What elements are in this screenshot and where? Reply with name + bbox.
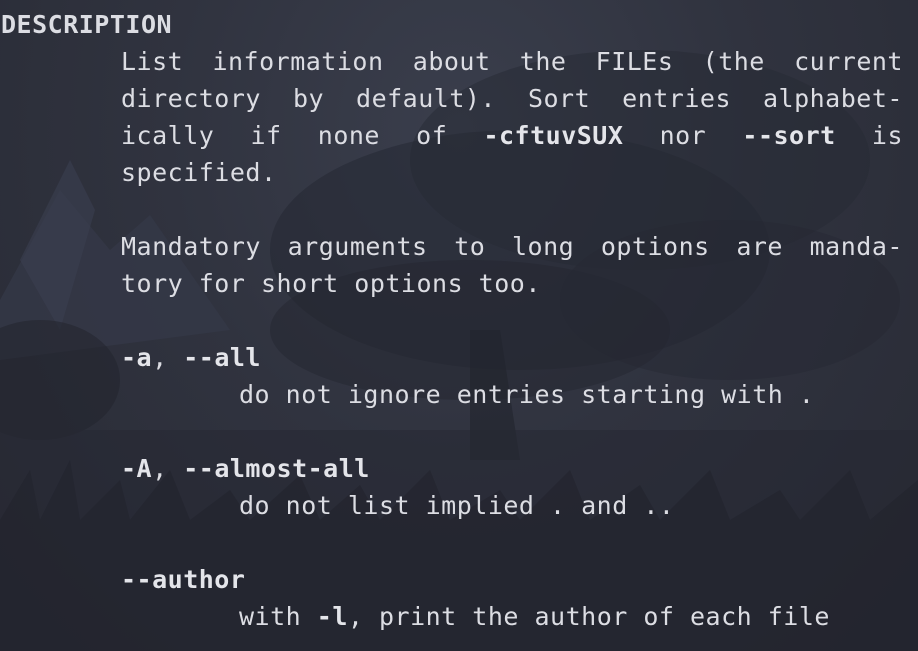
option-short: -a	[121, 343, 153, 372]
mandatory-line-1: Mandatory arguments to long options are …	[121, 232, 903, 261]
option-almost-all-description: do not list implied . and ..	[239, 491, 675, 520]
option-separator: ,	[152, 454, 184, 483]
flag-l: -l	[316, 602, 348, 631]
description-line-2: directory by default). Sort entries alph…	[121, 84, 903, 113]
option-long: --all	[183, 343, 261, 372]
option-long: --author	[121, 565, 246, 594]
man-page-viewer[interactable]: DESCRIPTION List information about the F…	[0, 6, 918, 651]
description-line-4: specified.	[121, 158, 277, 187]
option-separator: ,	[152, 343, 184, 372]
flag-cftuvSUX: -cftuvSUX	[483, 121, 624, 150]
option-long: --almost-all	[183, 454, 370, 483]
option-all: -a, --all	[121, 339, 261, 376]
description-line-1: List information about the FILEs (the cu…	[121, 47, 903, 76]
flag-sort: --sort	[742, 121, 836, 150]
section-heading: DESCRIPTION	[1, 10, 173, 39]
option-short: -A	[121, 454, 153, 483]
option-all-description: do not ignore entries starting with .	[239, 380, 815, 409]
description-line-3: ically if none of -cftuvSUX nor --sort i…	[121, 117, 903, 154]
option-author: --author	[121, 561, 245, 598]
mandatory-line-2: tory for short options too.	[121, 269, 541, 298]
option-almost-all: -A, --almost-all	[121, 450, 370, 487]
option-author-description: with -l, print the author of each file	[239, 602, 830, 631]
